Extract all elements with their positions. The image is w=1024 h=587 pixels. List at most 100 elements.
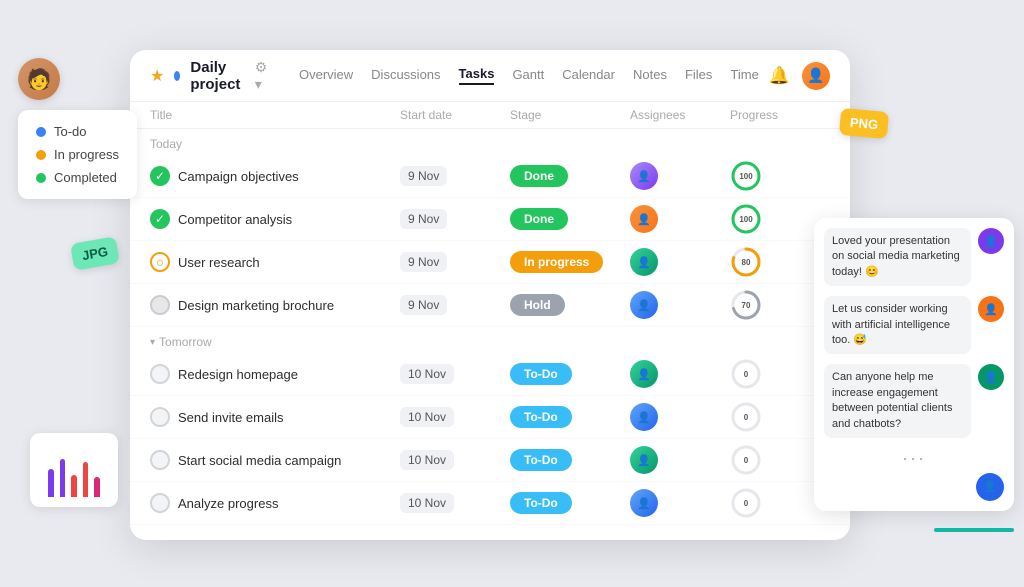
task-title-cell: ○ User research — [150, 252, 400, 272]
task-title: Analyze progress — [178, 496, 278, 511]
table-row[interactable]: Start social media campaign 10 Nov To-Do… — [130, 439, 850, 482]
chat-panel: Loved your presentation on social media … — [814, 218, 1014, 511]
nav-files[interactable]: Files — [685, 67, 712, 84]
section-label[interactable]: ▾Tomorrow — [130, 327, 850, 353]
progress-circle: 0 — [730, 444, 762, 476]
nav-discussions[interactable]: Discussions — [371, 67, 440, 84]
chat-avatar: 👤 — [978, 296, 1004, 322]
chat-message: Let us consider working with artificial … — [824, 296, 1004, 354]
stage-badge: To-Do — [510, 363, 572, 385]
nav-tasks[interactable]: Tasks — [459, 66, 495, 85]
check-inprogress: ○ — [150, 252, 170, 272]
main-nav: Overview Discussions Tasks Gantt Calenda… — [299, 66, 759, 85]
table-row[interactable]: ✓ Competitor analysis 9 Nov Done 👤 100 — [130, 198, 850, 241]
task-title: User research — [178, 255, 260, 270]
stage-badge: To-Do — [510, 449, 572, 471]
avatar-icon: 👤 — [637, 497, 651, 510]
teal-bar — [934, 528, 1014, 532]
date-badge: 9 Nov — [400, 166, 447, 186]
table-row[interactable]: Design marketing brochure 9 Nov Hold 👤 7… — [130, 284, 850, 327]
bar-3 — [83, 462, 89, 497]
assignee-avatar: 👤 — [630, 403, 658, 431]
progress-value: 0 — [744, 499, 748, 508]
date-badge: 9 Nov — [400, 252, 447, 272]
chat-last-avatar: 👤 — [976, 473, 1004, 501]
main-card: ★ Daily project ⚙ ▾ Overview Discussions… — [130, 50, 850, 540]
stage-cell: In progress — [510, 251, 630, 273]
start-date-cell: 9 Nov — [400, 252, 510, 272]
assignee-avatar: 👤 — [630, 248, 658, 276]
task-title-cell: Redesign homepage — [150, 364, 400, 384]
progress-circle: 0 — [730, 358, 762, 390]
legend-inprogress-label: In progress — [54, 147, 119, 162]
table-row[interactable]: Redesign homepage 10 Nov To-Do 👤 0 — [130, 353, 850, 396]
start-date-cell: 9 Nov — [400, 209, 510, 229]
table-row[interactable]: ✓ Campaign objectives 9 Nov Done 👤 100 — [130, 155, 850, 198]
stage-cell: Done — [510, 208, 630, 230]
check-todo — [150, 364, 170, 384]
progress-value: 100 — [739, 215, 752, 224]
chat-avatar: 👤 — [978, 364, 1004, 390]
date-badge: 10 Nov — [400, 364, 454, 384]
bell-icon[interactable]: 🔔 — [769, 66, 790, 86]
table-row[interactable]: ○ User research 9 Nov In progress 👤 80 — [130, 241, 850, 284]
progress-value: 70 — [742, 301, 751, 310]
col-stage: Stage — [510, 108, 630, 122]
section-title: Tomorrow — [159, 335, 212, 349]
progress-value: 0 — [744, 370, 748, 379]
legend-todo: To-do — [36, 124, 119, 139]
task-title: Design marketing brochure — [178, 298, 334, 313]
legend-completed-dot — [36, 173, 46, 183]
assignee-avatar: 👤 — [630, 291, 658, 319]
table-row[interactable]: Send invite emails 10 Nov To-Do 👤 0 — [130, 396, 850, 439]
table-row[interactable]: Analyze progress 10 Nov To-Do 👤 0 — [130, 482, 850, 525]
section-label: Today — [130, 129, 850, 155]
bar-chart — [48, 447, 100, 497]
avatar-icon: 👤 — [637, 256, 651, 269]
start-date-cell: 9 Nov — [400, 295, 510, 315]
bar-4 — [94, 477, 100, 497]
nav-time[interactable]: Time — [730, 67, 758, 84]
nav-overview[interactable]: Overview — [299, 67, 353, 84]
stage-cell: To-Do — [510, 363, 630, 385]
bar-chart-card — [30, 433, 118, 507]
jpg-sticker: JPG — [70, 236, 120, 271]
check-done: ✓ — [150, 209, 170, 229]
nav-gantt[interactable]: Gantt — [512, 67, 544, 84]
start-date-cell: 10 Nov — [400, 450, 510, 470]
legend-completed-label: Completed — [54, 170, 117, 185]
progress-circle: 100 — [730, 203, 762, 235]
tasks-content: Today ✓ Campaign objectives 9 Nov Done 👤 — [130, 129, 850, 525]
stage-badge: In progress — [510, 251, 603, 273]
png-sticker: PNG — [839, 108, 889, 139]
progress-circle: 80 — [730, 246, 762, 278]
start-date-cell: 10 Nov — [400, 407, 510, 427]
col-startdate: Start date — [400, 108, 510, 122]
check-todo — [150, 407, 170, 427]
gear-icon[interactable]: ⚙ ▾ — [255, 59, 269, 93]
chat-bubble: Can anyone help me increase engagement b… — [824, 364, 971, 438]
progress-circle: 100 — [730, 160, 762, 192]
assignee-avatar: 👤 — [630, 360, 658, 388]
legend-todo-label: To-do — [54, 124, 87, 139]
project-title: Daily project — [190, 59, 244, 93]
nav-calendar[interactable]: Calendar — [562, 67, 615, 84]
date-badge: 10 Nov — [400, 450, 454, 470]
app-header: ★ Daily project ⚙ ▾ Overview Discussions… — [130, 50, 850, 102]
assignee-avatar: 👤 — [630, 446, 658, 474]
chat-message: Loved your presentation on social media … — [824, 228, 1004, 286]
stage-cell: To-Do — [510, 449, 630, 471]
header-user-avatar[interactable]: 👤 — [802, 62, 830, 90]
chat-avatar: 👤 — [978, 228, 1004, 254]
assignees-cell: 👤 — [630, 248, 730, 276]
stage-cell: Hold — [510, 294, 630, 316]
nav-notes[interactable]: Notes — [633, 67, 667, 84]
date-badge: 9 Nov — [400, 209, 447, 229]
star-icon[interactable]: ★ — [150, 66, 164, 86]
check-todo — [150, 493, 170, 513]
start-date-cell: 9 Nov — [400, 166, 510, 186]
assignees-cell: 👤 — [630, 291, 730, 319]
task-title: Start social media campaign — [178, 453, 341, 468]
task-title: Competitor analysis — [178, 212, 292, 227]
avatar-icon: 👤 — [637, 299, 651, 312]
